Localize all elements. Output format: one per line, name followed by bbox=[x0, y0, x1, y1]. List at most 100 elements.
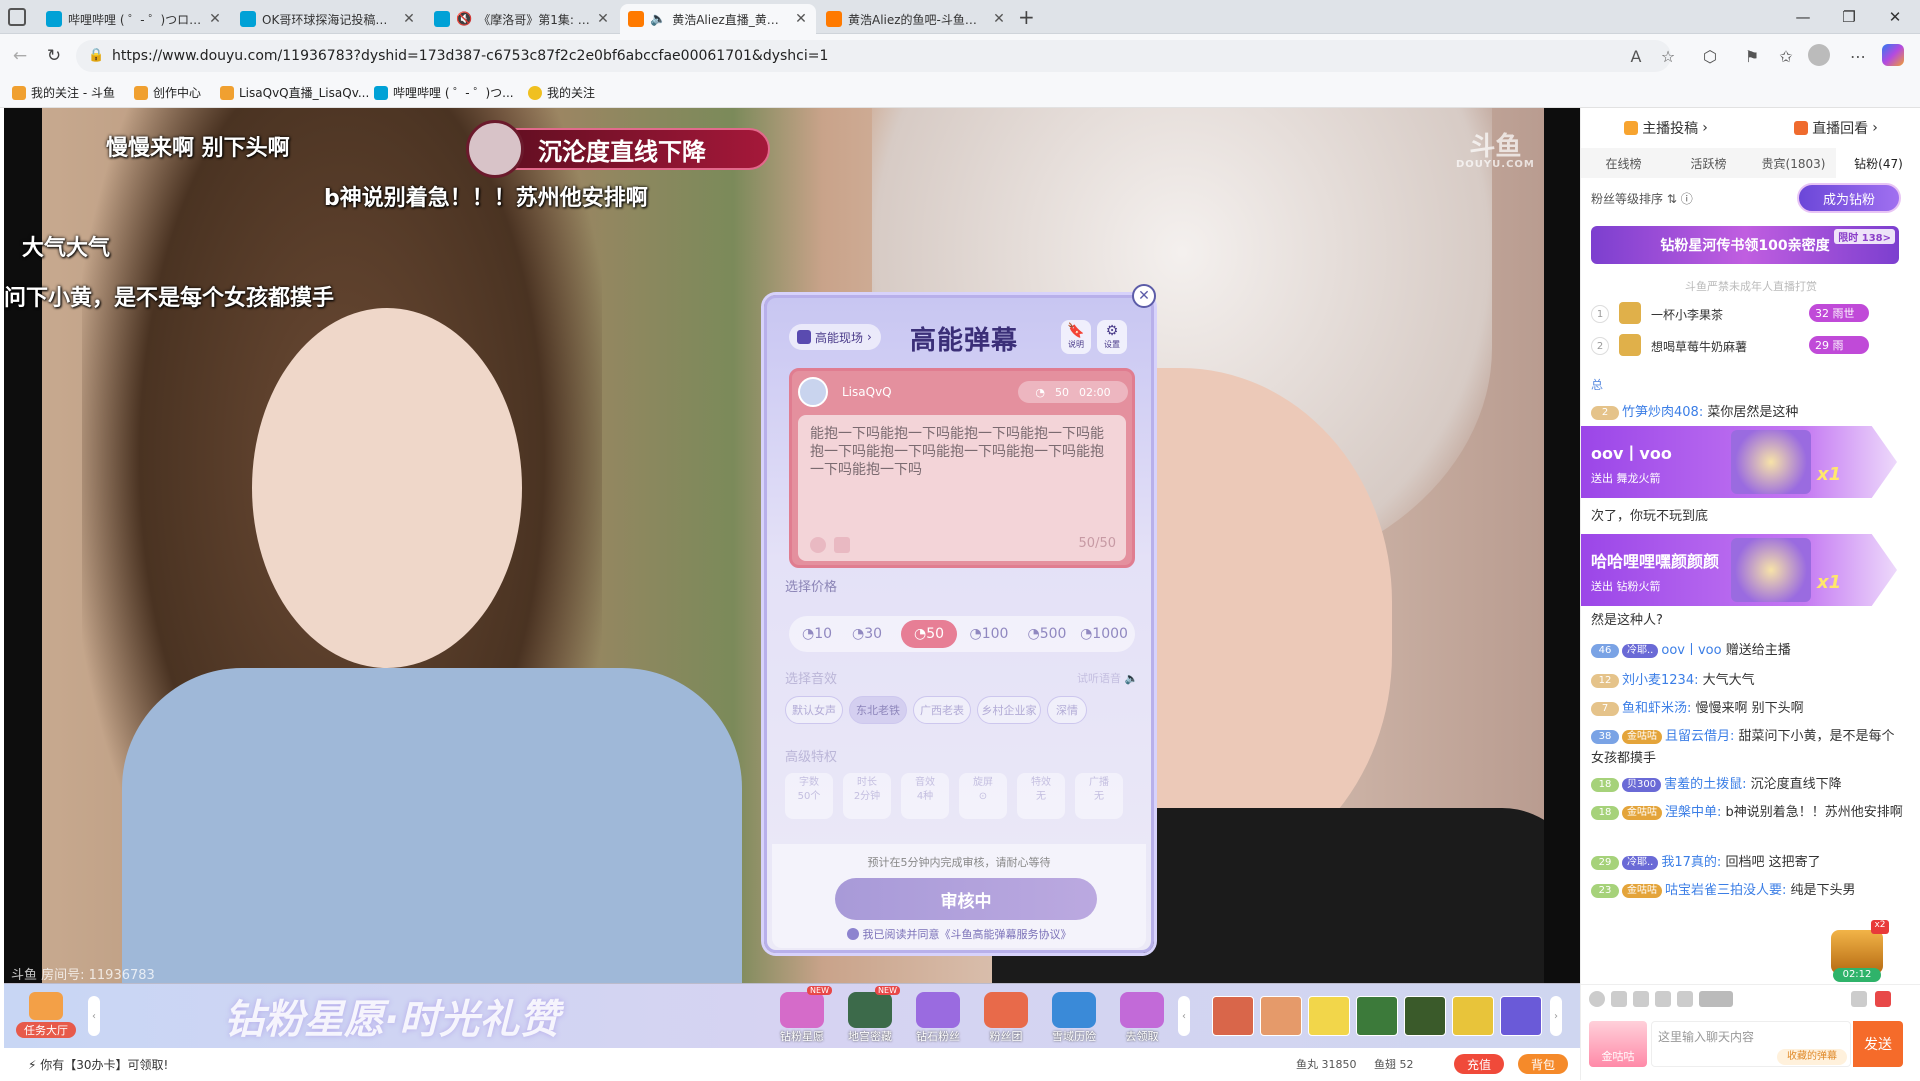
price-option[interactable]: ◔ 1000 bbox=[1073, 620, 1135, 648]
extensions-icon[interactable]: ⬡ bbox=[1698, 44, 1722, 68]
total-label[interactable]: 总 bbox=[1591, 376, 1603, 393]
close-tab-icon[interactable]: ✕ bbox=[402, 11, 416, 27]
close-tab-icon[interactable]: ✕ bbox=[596, 11, 610, 27]
back-icon[interactable]: ← bbox=[6, 42, 34, 70]
sfx-preview-button[interactable]: 试听语音 🔈 bbox=[1077, 670, 1138, 686]
tab-huanghao-fishbar[interactable]: 黄浩Aliez的鱼吧-斗鱼社区,直播爱好者聚集地✕ bbox=[818, 4, 1014, 34]
emoji-icon[interactable] bbox=[810, 537, 826, 553]
chat-list[interactable]: 2 竹笋炒肉408: 菜你居然是这种 oov丨voo 送出 舞龙火箭 x1 次了，你玩… bbox=[1581, 400, 1920, 984]
rank-item[interactable]: 1 一杯小李果茶 32 雨世 bbox=[1591, 300, 1901, 328]
tracking-icon[interactable]: ⚑ bbox=[1740, 44, 1764, 68]
tab-bilibili-home[interactable]: 哔哩哔哩 ( ゜- ゜)つロ 干杯~-bilibili✕ bbox=[38, 4, 230, 34]
tab-active[interactable]: 活跃榜 bbox=[1666, 148, 1751, 178]
sfx-option[interactable]: 广西老表 bbox=[913, 696, 971, 724]
task-hall-button[interactable]: 任务大厅 bbox=[16, 992, 76, 1042]
treasure-chest-button[interactable]: x2 02:12 bbox=[1831, 920, 1889, 984]
close-icon[interactable]: ✕ bbox=[1132, 284, 1156, 308]
sfx-option[interactable]: 深情 bbox=[1047, 696, 1087, 724]
activity-dungeon[interactable]: 地宫密藏 NEW bbox=[840, 986, 900, 1046]
activity-fan-group[interactable]: 粉丝团 bbox=[976, 992, 1036, 1046]
restore-icon[interactable]: ❐ bbox=[1826, 0, 1872, 34]
settings-button[interactable]: ⚙ 设置 bbox=[1097, 320, 1127, 354]
agreement-checkbox[interactable]: 我已阅读并同意《斗鱼高能弹幕服务协议》 bbox=[772, 926, 1146, 942]
rank-item[interactable]: 2 想喝草莓牛奶麻薯 29 雨 bbox=[1591, 332, 1901, 360]
lock-icon[interactable]: 🔒 bbox=[88, 48, 104, 63]
under-review-button[interactable]: 审核中 bbox=[835, 878, 1097, 920]
send-button[interactable]: 发送 bbox=[1853, 1021, 1903, 1067]
gift-icon[interactable] bbox=[1875, 991, 1891, 1007]
price-option[interactable]: ◔ 10 bbox=[789, 620, 845, 648]
fan-icon[interactable] bbox=[1633, 991, 1649, 1007]
barrage-text-input[interactable]: 能抱一下吗能抱一下吗能抱一下吗能抱一下吗能抱一下吗能抱一下吗能抱一下吗能抱一下吗… bbox=[798, 415, 1126, 561]
scroll-right-arrow-icon[interactable]: › bbox=[1550, 996, 1562, 1036]
tab-online[interactable]: 在线榜 bbox=[1581, 148, 1666, 178]
collections-icon[interactable]: ✩ bbox=[1774, 44, 1798, 68]
price-option[interactable]: ◔ 500 bbox=[1019, 620, 1075, 648]
bookmark-douyu-follow[interactable]: 我的关注 - 斗鱼 bbox=[12, 84, 115, 101]
close-tab-icon[interactable]: ✕ bbox=[992, 11, 1006, 27]
sfx-option[interactable]: 乡村企业家 bbox=[977, 696, 1041, 724]
speaker-icon[interactable]: 🔈 bbox=[650, 12, 666, 27]
price-option-selected[interactable]: ◔ 50 bbox=[901, 620, 957, 648]
reload-icon[interactable]: ↻ bbox=[40, 42, 68, 70]
copilot-icon[interactable] bbox=[1882, 44, 1904, 66]
become-diamond-fan-button[interactable]: 成为钻粉 bbox=[1797, 183, 1901, 213]
anchor-submissions-link[interactable]: 主播投稿 › bbox=[1581, 108, 1751, 148]
gift-item-icon[interactable] bbox=[1308, 996, 1350, 1036]
favorite-star-icon[interactable]: ☆ bbox=[1656, 44, 1680, 68]
fan-sort-label[interactable]: 粉丝等级排序 ⇅ ⓘ bbox=[1591, 190, 1693, 207]
more-menu-icon[interactable]: ⋯ bbox=[1846, 44, 1870, 68]
clear-icon[interactable] bbox=[1851, 991, 1867, 1007]
bookmark-bilibili[interactable]: 哔哩哔哩 ( ゜- ゜)つ... bbox=[374, 84, 514, 101]
bookmark-creator-center[interactable]: 创作中心 bbox=[134, 84, 201, 101]
gift-item-icon[interactable] bbox=[1404, 996, 1446, 1036]
diamond-fan-promo-banner[interactable]: 钻粉星河传书领100亲密度 限时 138> bbox=[1591, 226, 1899, 264]
activity-snow[interactable]: 雪域历险 bbox=[1044, 992, 1104, 1046]
bookmark-lisaqvq[interactable]: LisaQvQ直播_LisaQv... bbox=[220, 84, 369, 101]
close-tab-icon[interactable]: ✕ bbox=[208, 11, 222, 27]
close-tab-icon[interactable]: ✕ bbox=[794, 11, 808, 27]
activity-claim[interactable]: 去领取 bbox=[1112, 992, 1172, 1046]
tab-huanghao-live[interactable]: 🔈黄浩Aliez直播_黄浩Aliez直播间✕ bbox=[620, 4, 816, 34]
minimize-icon[interactable]: — bbox=[1780, 0, 1826, 34]
sfx-option-selected[interactable]: 东北老铁 bbox=[849, 696, 907, 724]
card-claim-tip[interactable]: ⚡ 你有【30办卡】可领取! bbox=[28, 1056, 168, 1073]
noble-icon[interactable] bbox=[1655, 991, 1671, 1007]
tab-actions-icon[interactable] bbox=[8, 8, 26, 26]
high-energy-scene-button[interactable]: 高能现场 › bbox=[789, 324, 881, 350]
image-icon[interactable] bbox=[834, 537, 850, 553]
fans-badge-icon[interactable] bbox=[1677, 991, 1693, 1007]
gift-item-icon[interactable] bbox=[1500, 996, 1542, 1036]
replay-link[interactable]: 直播回看 › bbox=[1751, 108, 1920, 148]
gift-item-icon[interactable] bbox=[1452, 996, 1494, 1036]
barrage-style-icon[interactable] bbox=[1611, 991, 1627, 1007]
diamond-fan-promo[interactable]: 钻粉星愿·时光礼赞 bbox=[204, 984, 764, 1048]
muted-speaker-icon[interactable]: 🔇 bbox=[456, 12, 472, 27]
gift-item-icon[interactable] bbox=[1356, 996, 1398, 1036]
favorite-barrage-button[interactable]: 收藏的弹幕 bbox=[1777, 1049, 1847, 1065]
activity-diamond-wish[interactable]: 钻粉星愿 NEW bbox=[772, 986, 832, 1046]
recharge-button[interactable]: 充值 bbox=[1454, 1054, 1504, 1074]
fan-badge-mini[interactable]: 金咕咕 bbox=[1589, 1021, 1647, 1067]
tab-morocco[interactable]: 🔇《摩洛哥》第1集: 远赴撒哈拉✕ bbox=[426, 4, 618, 34]
new-tab-icon[interactable]: + bbox=[1018, 5, 1035, 29]
tab-ok-videos[interactable]: OK哥环球探海记投稿视频-OK哥环球探海记视频分享-哔哩哔哩✕ bbox=[232, 4, 424, 34]
scroll-left-arrow-icon[interactable]: ‹ bbox=[1178, 996, 1190, 1036]
price-option[interactable]: ◔ 100 bbox=[961, 620, 1017, 648]
emoji-icon[interactable] bbox=[1589, 991, 1605, 1007]
tab-vip[interactable]: 贵宾(1803) bbox=[1751, 148, 1836, 178]
close-window-icon[interactable]: ✕ bbox=[1872, 0, 1918, 34]
backpack-button[interactable]: 背包 bbox=[1518, 1054, 1568, 1074]
gift-item-icon[interactable] bbox=[1260, 996, 1302, 1036]
read-aloud-icon[interactable]: A bbox=[1624, 44, 1648, 68]
bookmark-my-follow[interactable]: 我的关注 bbox=[528, 84, 595, 101]
activity-diamond-fans[interactable]: 钻石粉丝 bbox=[908, 992, 968, 1046]
help-button[interactable]: 🔖 说明 bbox=[1061, 320, 1091, 354]
price-option[interactable]: ◔ 30 bbox=[839, 620, 895, 648]
gift-item-icon[interactable] bbox=[1212, 996, 1254, 1036]
url-field[interactable]: 🔒 https://www.douyu.com/11936783?dyshid=… bbox=[76, 40, 1671, 72]
tab-diamond-fans[interactable]: 钻粉(47) bbox=[1836, 148, 1920, 178]
collapse-arrow-icon[interactable]: ‹ bbox=[88, 996, 100, 1036]
high-energy-icon[interactable] bbox=[1699, 991, 1733, 1007]
profile-avatar-icon[interactable] bbox=[1808, 44, 1830, 66]
